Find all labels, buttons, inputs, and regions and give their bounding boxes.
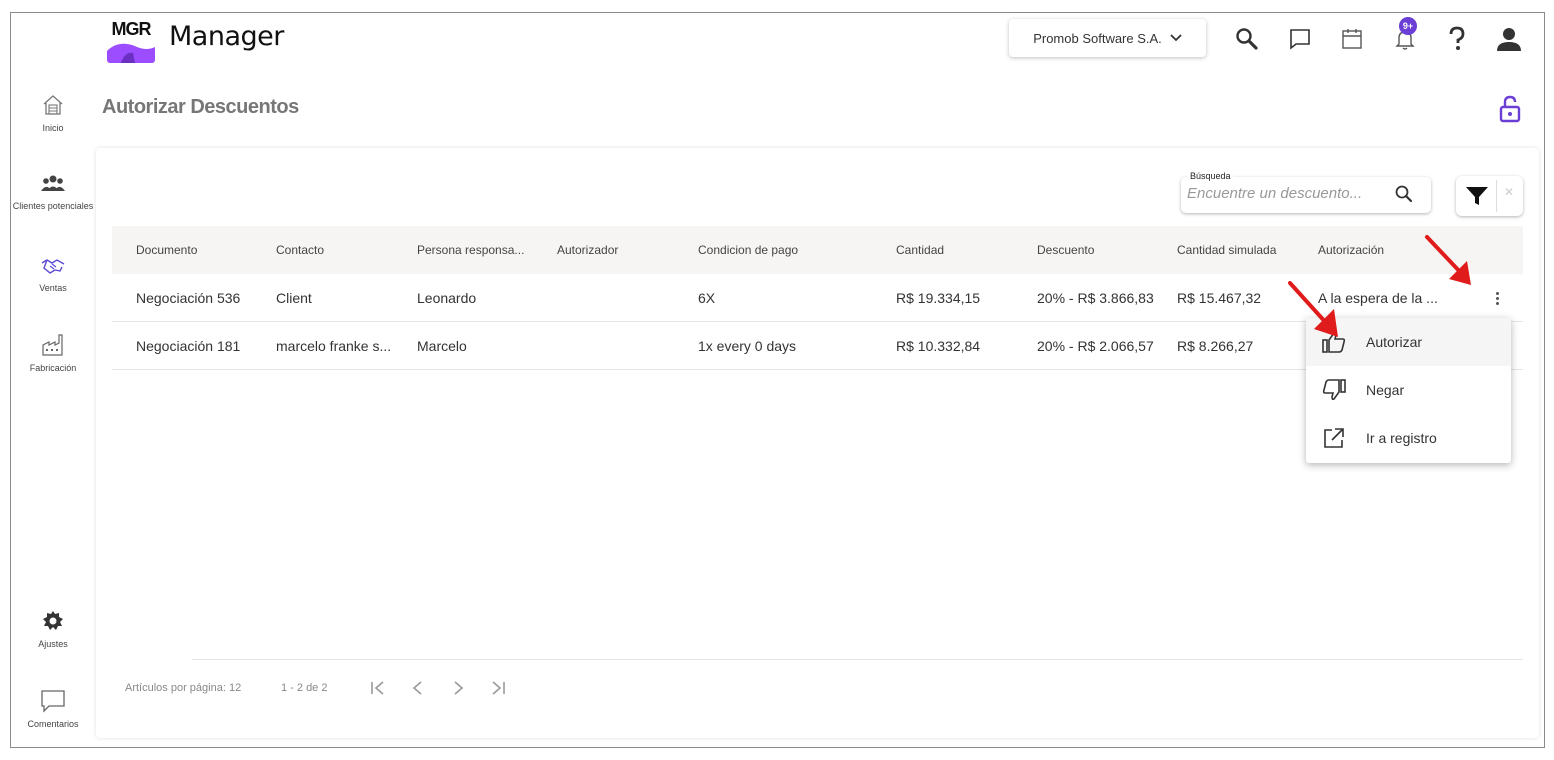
divider — [192, 659, 1523, 660]
annotation-arrow-icon — [1425, 235, 1471, 285]
chevron-left-icon — [412, 681, 422, 695]
company-name: Promob Software S.A. — [1033, 30, 1162, 46]
search-label: Búsqueda — [1188, 171, 1233, 181]
lock-button[interactable] — [1498, 95, 1522, 123]
annotation-arrow-icon — [1288, 281, 1338, 337]
search-input[interactable] — [1187, 185, 1387, 202]
app-window: Inicio Clientes potenciales Ventas Fabri… — [10, 12, 1545, 748]
menu-item-label: Negar — [1366, 382, 1405, 398]
sidebar-item-inicio[interactable]: Inicio — [11, 93, 95, 133]
chat-icon — [1290, 29, 1310, 50]
column-header[interactable]: Cantidad simulada — [1177, 243, 1276, 257]
last-page-button[interactable] — [488, 678, 508, 698]
chevron-down-icon — [1170, 34, 1182, 42]
table-header: Documento Contacto Persona responsa... A… — [112, 226, 1523, 274]
app-logo[interactable]: MGR — [107, 13, 155, 63]
cell-documento: Negociación 181 — [136, 338, 241, 354]
user-icon — [1497, 28, 1521, 51]
notification-badge: 9+ — [1399, 17, 1417, 35]
sidebar-item-label: Fabricación — [29, 363, 77, 373]
sidebar-item-label: Clientes potenciales — [12, 201, 94, 211]
sidebar-item-clientes[interactable]: Clientes potenciales — [11, 173, 95, 211]
column-header[interactable]: Autorizador — [557, 243, 618, 257]
sidebar-item-label: Comentarios — [27, 719, 79, 729]
cell-descuento: 20% - R$ 2.066,57 — [1037, 338, 1154, 354]
next-page-button[interactable] — [448, 678, 468, 698]
sidebar-item-comentarios[interactable]: Comentarios — [11, 689, 95, 729]
handshake-icon — [41, 259, 65, 274]
page-title: Autorizar Descuentos — [102, 96, 299, 118]
column-header[interactable]: Cantidad — [896, 243, 944, 257]
cell-descuento: 20% - R$ 3.866,83 — [1037, 290, 1154, 306]
filter-icon — [1466, 187, 1488, 205]
chevron-right-icon — [454, 681, 464, 695]
sidebar-item-ajustes[interactable]: Ajustes — [11, 609, 95, 649]
logo-shape-icon — [107, 43, 155, 63]
sidebar-item-label: Inicio — [42, 123, 64, 133]
column-header[interactable]: Contacto — [276, 243, 324, 257]
sidebar-item-fabricacion[interactable]: Fabricación — [11, 333, 95, 373]
cell-cantidad: R$ 19.334,15 — [896, 290, 981, 306]
calendar-icon — [1342, 29, 1362, 49]
help-button[interactable] — [1443, 25, 1471, 53]
column-header[interactable]: Descuento — [1037, 243, 1094, 257]
menu-item-ir-a-registro[interactable]: Ir a registro — [1306, 414, 1511, 462]
sidebar: Inicio Clientes potenciales Ventas Fabri… — [11, 13, 95, 747]
menu-item-label: Ir a registro — [1366, 430, 1437, 446]
column-header[interactable]: Documento — [136, 243, 197, 257]
cell-documento: Negociación 536 — [136, 290, 241, 306]
open-external-icon — [1324, 428, 1344, 448]
search-button[interactable] — [1233, 25, 1261, 53]
messages-button[interactable] — [1286, 25, 1314, 53]
home-icon — [43, 95, 63, 115]
menu-item-label: Autorizar — [1366, 334, 1423, 350]
menu-item-negar[interactable]: Negar — [1306, 366, 1511, 414]
cell-persona: Marcelo — [417, 338, 467, 354]
row-actions-button[interactable] — [1490, 288, 1504, 308]
company-selector[interactable]: Promob Software S.A. — [1009, 19, 1206, 57]
profile-button[interactable] — [1495, 25, 1523, 53]
first-page-button[interactable] — [368, 678, 388, 698]
column-header[interactable]: Persona responsa... — [417, 243, 524, 257]
cell-persona: Leonardo — [417, 290, 477, 306]
search-icon — [1236, 28, 1258, 50]
thumbs-down-icon — [1322, 379, 1346, 401]
cell-condicion: 6X — [698, 290, 716, 306]
cell-cantidad: R$ 10.332,84 — [896, 338, 981, 354]
unlock-icon — [1499, 95, 1521, 123]
pagination-range: 1 - 2 de 2 — [281, 682, 328, 694]
divider — [1496, 180, 1497, 212]
sidebar-item-label: Ventas — [39, 283, 67, 293]
prev-page-button[interactable] — [408, 678, 428, 698]
first-page-icon — [371, 681, 384, 695]
column-header[interactable]: Autorización — [1318, 243, 1384, 257]
help-icon — [1449, 26, 1465, 50]
clear-filter-button[interactable]: ✕ — [1500, 185, 1518, 199]
app-name: Manager — [169, 21, 284, 52]
cell-condicion: 1x every 0 days — [698, 338, 797, 354]
last-page-icon — [492, 681, 505, 695]
sidebar-item-ventas[interactable]: Ventas — [11, 255, 95, 293]
calendar-button[interactable] — [1338, 25, 1366, 53]
sidebar-item-label: Ajustes — [38, 639, 68, 649]
search-submit-button[interactable] — [1393, 183, 1417, 207]
search-icon — [1395, 185, 1413, 203]
factory-icon — [42, 334, 63, 356]
items-per-page[interactable]: Artículos por página: 12 — [125, 682, 241, 694]
gear-icon — [43, 611, 63, 630]
cell-contacto: Client — [276, 290, 312, 306]
filter-group: ✕ — [1456, 176, 1523, 216]
cell-contacto: marcelo franke s... — [276, 338, 392, 354]
filter-button[interactable] — [1464, 184, 1490, 208]
people-icon — [41, 175, 65, 191]
column-header[interactable]: Condicion de pago — [698, 243, 798, 257]
search-field: Búsqueda — [1181, 171, 1431, 213]
comment-icon — [41, 690, 65, 713]
